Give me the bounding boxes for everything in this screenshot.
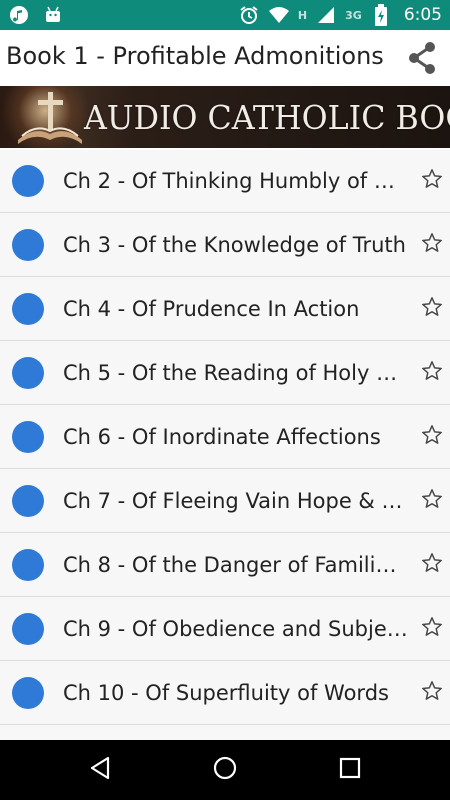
list-item[interactable]: Ch 3 - Of the Knowledge of Truth <box>0 214 450 277</box>
chapter-dot-icon <box>12 549 44 581</box>
share-button[interactable] <box>402 40 442 80</box>
list-item[interactable]: Ch 5 - Of the Reading of Holy Scriptures <box>0 342 450 405</box>
star-button[interactable] <box>420 489 444 513</box>
star-button[interactable] <box>420 425 444 449</box>
star-icon <box>421 552 443 578</box>
app-bar: Book 1 - Profitable Admonitions <box>0 30 450 86</box>
chapter-dot-icon <box>12 613 44 645</box>
star-button[interactable] <box>420 553 444 577</box>
star-icon <box>421 360 443 386</box>
list-item[interactable]: Ch 7 - Of Fleeing Vain Hope & Pride <box>0 470 450 533</box>
star-icon <box>421 680 443 706</box>
page-title: Book 1 - Profitable Admonitions <box>6 42 384 70</box>
list-item[interactable]: Ch 2 - Of Thinking Humbly of Oneself <box>0 150 450 213</box>
back-button[interactable] <box>85 755 115 785</box>
chapter-label: Ch 5 - Of the Reading of Holy Scriptures <box>63 361 408 385</box>
chapter-dot-icon <box>12 357 44 389</box>
chapter-dot-icon <box>12 293 44 325</box>
list-item[interactable]: Ch 6 - Of Inordinate Affections <box>0 406 450 469</box>
list-item[interactable]: Ch 10 - Of Superfluity of Words <box>0 662 450 725</box>
home-button[interactable] <box>210 755 240 785</box>
chapter-label: Ch 10 - Of Superfluity of Words <box>63 681 389 705</box>
star-button[interactable] <box>420 297 444 321</box>
network-3g-label: 3G <box>345 8 362 22</box>
chapter-dot-icon <box>12 485 44 517</box>
star-button[interactable] <box>420 361 444 385</box>
status-bar: H 3G 6:05 <box>0 0 450 30</box>
star-button[interactable] <box>420 233 444 257</box>
android-icon <box>42 4 64 26</box>
star-button[interactable] <box>420 681 444 705</box>
chapter-label: Ch 9 - Of Obedience and Subjection <box>63 617 408 641</box>
banner-title: AUDIO CATHOLIC BOOKS <box>84 98 450 137</box>
chapter-label: Ch 8 - Of the Danger of Familiarity <box>63 553 408 577</box>
signal-icon <box>315 4 337 26</box>
cross-book-logo-icon <box>14 90 84 148</box>
chapter-label: Ch 2 - Of Thinking Humbly of Oneself <box>63 169 408 193</box>
banner: AUDIO CATHOLIC BOOKS <box>0 86 450 148</box>
star-icon <box>421 424 443 450</box>
chapter-label: Ch 3 - Of the Knowledge of Truth <box>63 233 406 257</box>
star-button[interactable] <box>420 169 444 193</box>
star-icon <box>421 616 443 642</box>
battery-icon <box>370 4 392 26</box>
chapter-list: Ch 2 - Of Thinking Humbly of Oneself Ch … <box>0 150 450 740</box>
recents-icon <box>338 756 362 784</box>
chapter-label: Ch 4 - Of Prudence In Action <box>63 297 360 321</box>
wifi-icon <box>268 4 290 26</box>
list-item[interactable]: Ch 9 - Of Obedience and Subjection <box>0 598 450 661</box>
list-item[interactable]: Ch 4 - Of Prudence In Action <box>0 278 450 341</box>
recents-button[interactable] <box>335 755 365 785</box>
chapter-dot-icon <box>12 677 44 709</box>
alarm-icon <box>238 4 260 26</box>
navigation-bar <box>0 740 450 800</box>
music-app-icon <box>8 4 30 26</box>
back-icon <box>88 755 112 785</box>
share-icon <box>406 41 438 79</box>
chapter-dot-icon <box>12 165 44 197</box>
chapter-label: Ch 6 - Of Inordinate Affections <box>63 425 381 449</box>
chapter-label: Ch 7 - Of Fleeing Vain Hope & Pride <box>63 489 408 513</box>
chapter-dot-icon <box>12 421 44 453</box>
status-time: 6:05 <box>403 5 442 25</box>
list-item[interactable]: Ch 8 - Of the Danger of Familiarity <box>0 534 450 597</box>
chapter-dot-icon <box>12 229 44 261</box>
star-icon <box>421 296 443 322</box>
home-icon <box>212 755 238 785</box>
star-icon <box>421 488 443 514</box>
star-icon <box>421 232 443 258</box>
network-h-label: H <box>297 8 308 22</box>
star-icon <box>421 168 443 194</box>
star-button[interactable] <box>420 617 444 641</box>
